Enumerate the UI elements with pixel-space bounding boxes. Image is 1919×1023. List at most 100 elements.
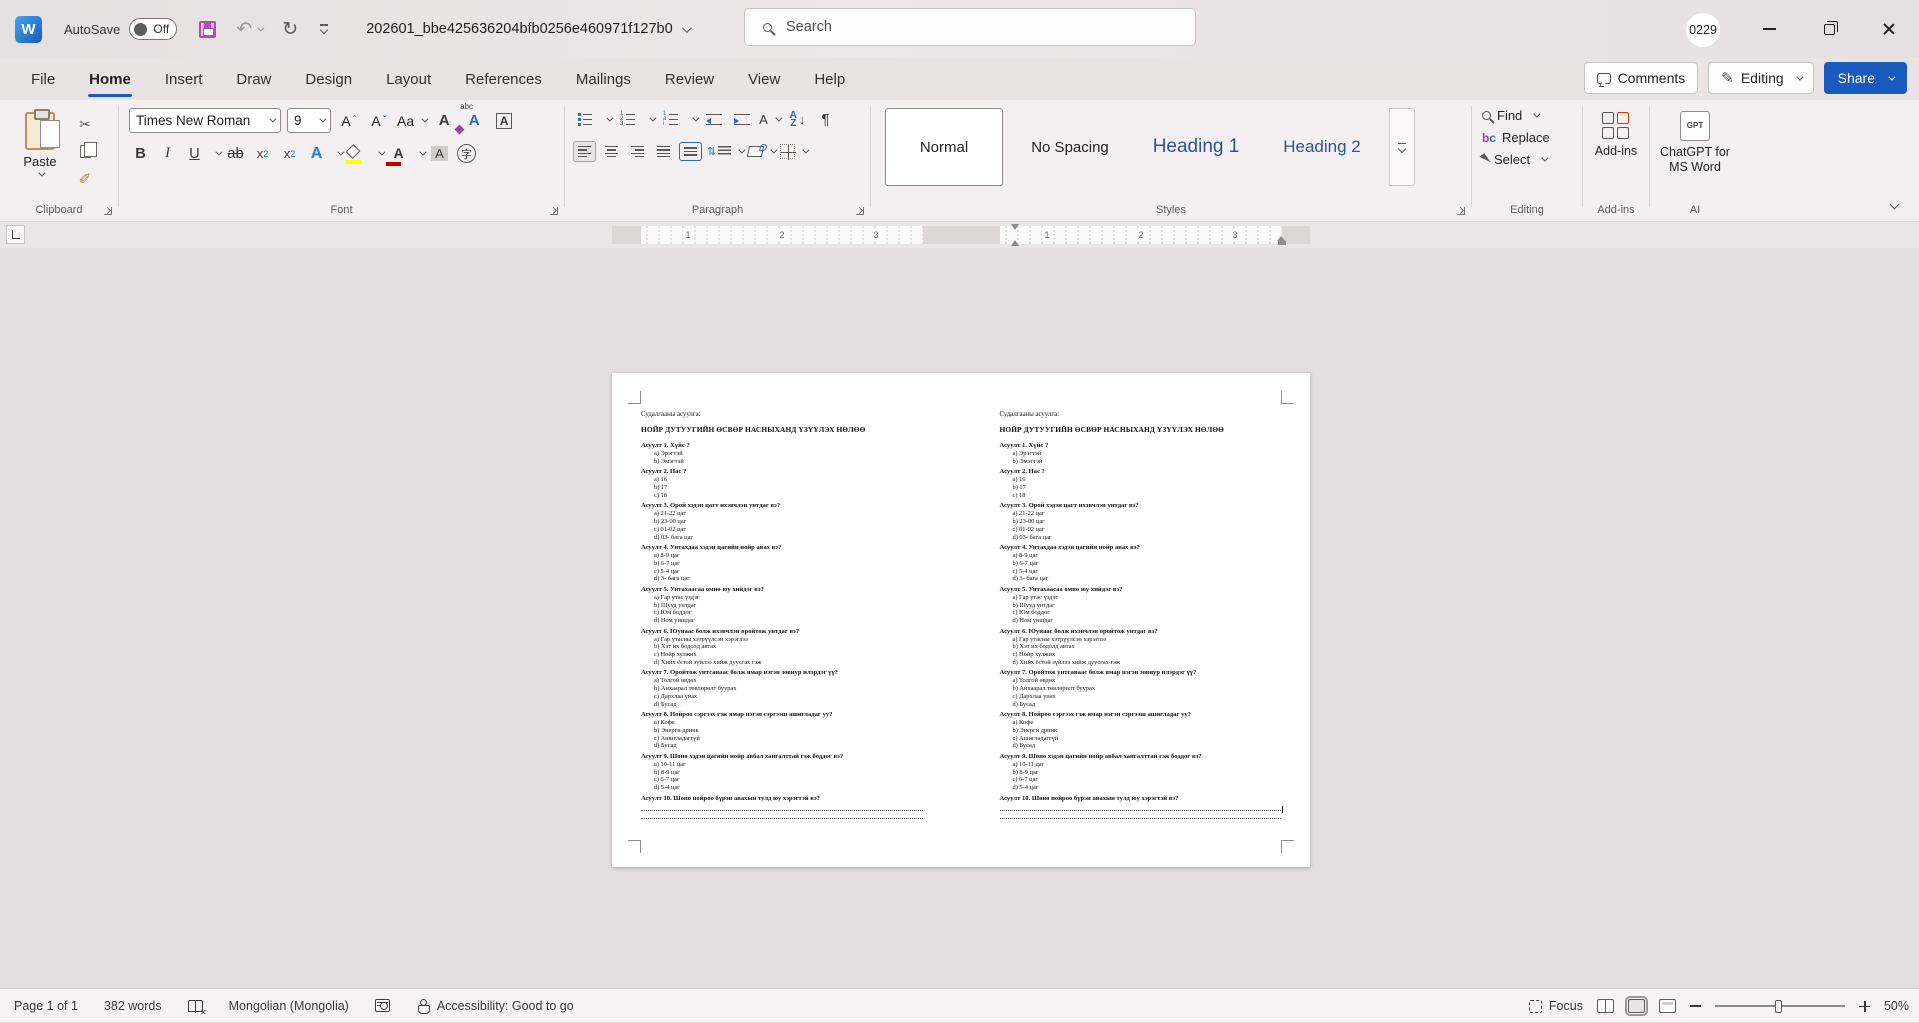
paragraph-dialog-launcher[interactable] bbox=[856, 207, 864, 215]
clear-formatting-button[interactable]: A bbox=[432, 109, 456, 133]
word-logo-icon[interactable]: W bbox=[15, 16, 42, 43]
select-button[interactable]: Select bbox=[1482, 152, 1582, 167]
subscript-button[interactable]: x2 bbox=[251, 142, 274, 165]
character-border-button[interactable]: A bbox=[492, 109, 516, 133]
font-name-select[interactable]: Times New Roman bbox=[129, 108, 281, 133]
tab-references[interactable]: References bbox=[448, 58, 559, 100]
text-column-1[interactable]: Судалгааны асуулга: НОЙР ДУТУУГИЙН ӨСВӨР… bbox=[641, 411, 923, 819]
decrease-indent-button[interactable] bbox=[702, 108, 725, 131]
language-indicator[interactable]: Mongolian (Mongolia) bbox=[229, 999, 349, 1013]
change-case-button[interactable]: Aa bbox=[397, 109, 426, 133]
share-button[interactable]: Share bbox=[1824, 62, 1907, 94]
styles-gallery-more-button[interactable] bbox=[1389, 108, 1415, 186]
accessibility-checker[interactable]: Accessibility: Good to go bbox=[416, 999, 574, 1013]
underline-button[interactable]: U bbox=[183, 142, 206, 165]
sort-button[interactable]: AZ ↓ bbox=[786, 108, 809, 131]
text-effects-dropdown-icon[interactable] bbox=[337, 149, 344, 156]
close-button[interactable] bbox=[1859, 0, 1919, 58]
zoom-slider[interactable] bbox=[1715, 1005, 1845, 1007]
autosave-toggle[interactable]: Off bbox=[129, 18, 177, 40]
document-canvas[interactable]: Судалгааны асуулга: НОЙР ДУТУУГИЙН ӨСВӨР… bbox=[0, 248, 1919, 988]
numbering-dropdown-icon[interactable] bbox=[649, 115, 656, 122]
bullets-button[interactable] bbox=[573, 108, 596, 131]
font-color-button[interactable]: A bbox=[387, 142, 410, 165]
find-button[interactable]: Find bbox=[1482, 108, 1582, 123]
text-effects-button[interactable]: A bbox=[305, 142, 328, 165]
numbering-button[interactable]: 123 bbox=[616, 108, 639, 131]
read-mode-button[interactable] bbox=[1597, 999, 1614, 1013]
redo-icon[interactable]: ↻ bbox=[282, 18, 298, 41]
tab-review[interactable]: Review bbox=[648, 58, 731, 100]
line-spacing-button[interactable]: ⇅ bbox=[707, 140, 743, 163]
collapse-ribbon-button[interactable] bbox=[1883, 195, 1905, 213]
document-page[interactable]: Судалгааны асуулга: НОЙР ДУТУУГИЙН ӨСВӨР… bbox=[612, 373, 1310, 867]
proofing-errors-button[interactable] bbox=[188, 1000, 203, 1012]
horizontal-ruler[interactable]: 123 123 bbox=[0, 222, 1919, 248]
document-title[interactable]: 202601_bbe425636204bfb0256e460971f127b0 bbox=[366, 21, 688, 37]
font-size-select[interactable]: 9 bbox=[287, 108, 331, 133]
multilevel-list-button[interactable]: 1ai bbox=[659, 108, 682, 131]
highlight-button[interactable] bbox=[346, 146, 369, 162]
asian-layout-button[interactable]: A bbox=[758, 108, 781, 131]
align-center-button[interactable] bbox=[601, 142, 622, 162]
word-count[interactable]: 382 words bbox=[104, 999, 162, 1013]
quick-access-customize-icon[interactable] bbox=[320, 24, 328, 34]
italic-button[interactable]: I bbox=[156, 142, 179, 165]
search-input[interactable]: Search bbox=[744, 8, 1196, 46]
superscript-button[interactable]: x2 bbox=[278, 142, 301, 165]
phonetic-guide-button[interactable]: abcA bbox=[462, 109, 486, 133]
tab-view[interactable]: View bbox=[731, 58, 797, 100]
undo-dropdown-icon[interactable] bbox=[258, 24, 265, 31]
right-indent-marker[interactable] bbox=[1277, 235, 1286, 245]
styles-dialog-launcher[interactable] bbox=[1457, 207, 1465, 215]
copy-icon[interactable] bbox=[74, 141, 96, 161]
zoom-in-button[interactable] bbox=[1859, 1001, 1870, 1012]
text-predictions-button[interactable] bbox=[375, 999, 390, 1012]
show-hide-marks-button[interactable]: ¶ bbox=[814, 108, 837, 131]
shrink-font-button[interactable]: Aˇ bbox=[367, 109, 391, 133]
print-layout-button[interactable] bbox=[1628, 999, 1645, 1013]
align-left-button[interactable] bbox=[573, 141, 596, 163]
minimize-button[interactable] bbox=[1739, 0, 1799, 58]
font-dialog-launcher[interactable] bbox=[550, 207, 558, 215]
cut-icon[interactable]: ✂ bbox=[74, 114, 96, 134]
grow-font-button[interactable]: Aˆ bbox=[337, 109, 361, 133]
focus-button[interactable]: Focus bbox=[1529, 999, 1583, 1013]
save-icon[interactable] bbox=[199, 21, 216, 38]
tab-help[interactable]: Help bbox=[797, 58, 862, 100]
user-avatar[interactable]: 0229 bbox=[1686, 13, 1720, 47]
restore-button[interactable] bbox=[1799, 0, 1859, 58]
tab-draw[interactable]: Draw bbox=[219, 58, 288, 100]
underline-dropdown-icon[interactable] bbox=[215, 149, 222, 156]
style-no-spacing[interactable]: No Spacing bbox=[1011, 108, 1129, 186]
shading-button[interactable] bbox=[748, 140, 775, 163]
enclose-characters-button[interactable]: 字 bbox=[455, 142, 478, 165]
center-indent-marker[interactable] bbox=[1011, 224, 1020, 246]
bold-button[interactable]: B bbox=[129, 142, 152, 165]
undo-icon[interactable]: ↶ bbox=[236, 18, 252, 41]
tab-home[interactable]: Home bbox=[72, 58, 148, 100]
style-normal[interactable]: Normal bbox=[885, 108, 1003, 186]
tab-layout[interactable]: Layout bbox=[369, 58, 448, 100]
tab-design[interactable]: Design bbox=[288, 58, 369, 100]
bullets-dropdown-icon[interactable] bbox=[606, 115, 613, 122]
borders-button[interactable] bbox=[780, 140, 807, 163]
justify-button[interactable] bbox=[653, 142, 674, 162]
zoom-out-button[interactable] bbox=[1690, 1005, 1701, 1007]
style-heading-1[interactable]: Heading 1 bbox=[1137, 108, 1255, 186]
zoom-slider-thumb[interactable] bbox=[1775, 1000, 1782, 1013]
zoom-level[interactable]: 50% bbox=[1884, 999, 1909, 1013]
replace-button[interactable]: bcReplace bbox=[1482, 130, 1582, 145]
addins-button[interactable]: Add-ins bbox=[1583, 112, 1649, 159]
strikethrough-button[interactable]: ab bbox=[224, 142, 247, 165]
increase-indent-button[interactable] bbox=[730, 108, 753, 131]
font-color-dropdown-icon[interactable] bbox=[419, 149, 426, 156]
distribute-button[interactable] bbox=[679, 142, 702, 160]
clipboard-dialog-launcher[interactable] bbox=[104, 207, 112, 215]
tab-insert[interactable]: Insert bbox=[148, 58, 220, 100]
page-indicator[interactable]: Page 1 of 1 bbox=[14, 999, 78, 1013]
text-column-2[interactable]: Судалгааны асуулга: НОЙР ДУТУУГИЙН ӨСВӨР… bbox=[1000, 411, 1282, 819]
tab-file[interactable]: File bbox=[14, 58, 72, 100]
style-heading-2[interactable]: Heading 2 bbox=[1263, 108, 1381, 186]
chatgpt-addin-button[interactable]: GPT ChatGPT forMS Word bbox=[1650, 111, 1740, 175]
